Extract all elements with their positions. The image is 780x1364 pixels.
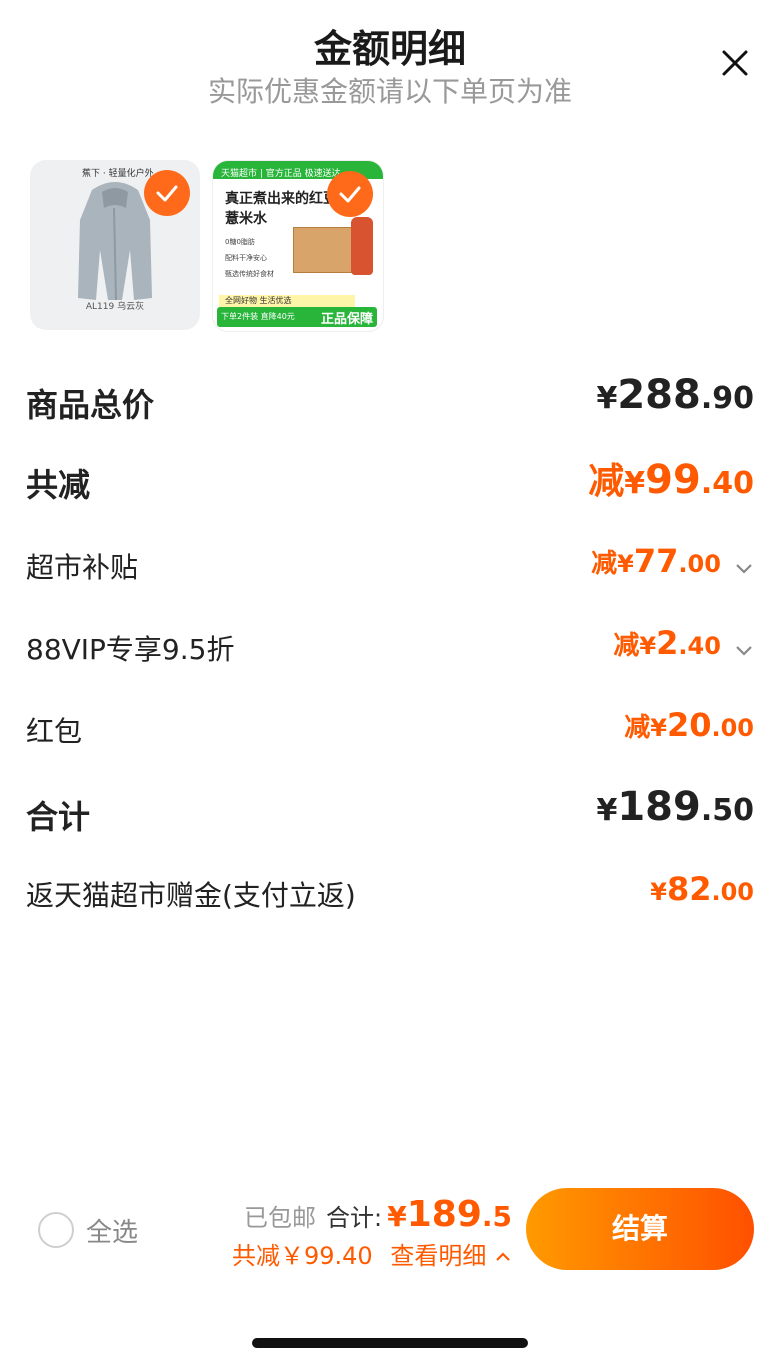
discount-prefix: 减 — [624, 713, 651, 743]
close-button[interactable] — [718, 46, 752, 80]
header: 金额明细 实际优惠金额请以下单页为准 — [0, 0, 780, 120]
row-vip-discount[interactable]: 88VIP专享9.5折 减¥2.40 — [26, 620, 754, 670]
free-shipping-label: 已包邮 — [244, 1204, 317, 1232]
currency-symbol: ¥ — [624, 466, 646, 501]
row-value: 减¥20.00 — [624, 706, 754, 744]
amount-integer: 77 — [633, 542, 679, 580]
select-all-label[interactable]: 全选 — [86, 1212, 138, 1249]
product-bottle-image — [351, 217, 373, 275]
row-value: ¥288.90 — [596, 372, 754, 418]
view-detail-link[interactable]: 查看明细 — [390, 1242, 486, 1270]
row-label: 88VIP专享9.5折 — [26, 633, 235, 666]
currency-symbol: ¥ — [387, 1200, 407, 1233]
row-value: 减¥99.40 — [588, 452, 754, 504]
product-strip: 全网好物 生活优选 — [219, 295, 355, 307]
row-label: 共减 — [26, 466, 91, 504]
amount-decimal: .90 — [700, 381, 754, 416]
checkout-button[interactable]: 结算 — [526, 1188, 754, 1270]
row-red-packet: 红包 减¥20.00 — [26, 702, 754, 752]
chevron-down-icon[interactable] — [734, 561, 754, 575]
amount-integer: 99 — [645, 457, 701, 503]
checkout-bar: 全选 已包邮 合计: ¥189.5 共减￥99.40 查看明细 结算 — [0, 1180, 780, 1290]
select-all-radio[interactable] — [38, 1212, 74, 1248]
product-badge: 正品保障 — [320, 312, 373, 327]
row-value: ¥189.50 — [596, 784, 754, 830]
check-icon — [156, 185, 178, 202]
page-subtitle: 实际优惠金额请以下单页为准 — [207, 75, 572, 108]
amount-integer: 189 — [617, 784, 701, 830]
product-feature: 0糖0脂肪 — [225, 238, 255, 246]
amount-integer: 82 — [666, 870, 712, 908]
discount-summary: 共减￥99.40 — [232, 1242, 373, 1270]
amount-decimal: .50 — [700, 793, 754, 828]
currency-symbol: ¥ — [596, 381, 618, 416]
product-feature: 甄选传统好食材 — [225, 270, 274, 278]
row-label: 返天猫超市赠金(支付立返) — [26, 879, 356, 912]
total-line: 已包邮 合计: ¥189.5 — [244, 1194, 512, 1235]
row-sum: 合计 ¥189.50 — [26, 784, 754, 836]
amount-decimal: .00 — [711, 714, 754, 742]
discount-prefix: 减 — [591, 549, 618, 579]
chevron-down-icon[interactable] — [734, 643, 754, 657]
product-feature: 配料干净安心 — [225, 254, 267, 262]
currency-symbol: ¥ — [596, 793, 618, 828]
discount-line[interactable]: 共减￥99.40 查看明细 — [232, 1236, 512, 1271]
amount-integer: 2 — [656, 624, 679, 662]
currency-symbol: ¥ — [650, 878, 667, 906]
row-total-discount: 共减 减¥99.40 — [26, 452, 754, 504]
total-label: 合计: — [326, 1204, 383, 1232]
currency-symbol: ¥ — [639, 632, 657, 660]
close-icon — [722, 50, 748, 76]
row-label: 合计 — [26, 798, 91, 836]
product-thumb-jacket[interactable]: 蕉下 · 轻量化户外 AL119 乌云灰 — [30, 160, 200, 330]
total-integer: 189 — [406, 1194, 482, 1235]
row-cashback: 返天猫超市赠金(支付立返) ¥82.00 — [26, 866, 754, 916]
row-label: 超市补贴 — [26, 551, 139, 584]
discount-prefix: 减 — [613, 631, 640, 661]
product-selected-check[interactable] — [327, 171, 373, 217]
currency-symbol: ¥ — [650, 714, 667, 742]
amount-integer: 288 — [617, 372, 701, 418]
row-label: 红包 — [26, 715, 83, 748]
row-goods-total: 商品总价 ¥288.90 — [26, 372, 754, 424]
product-tag-text: 天猫超市 | 官方正品 极速送达 — [221, 169, 341, 179]
row-label: 商品总价 — [26, 386, 155, 424]
amount-decimal: .00 — [678, 550, 721, 578]
row-value: 减¥2.40 — [613, 624, 754, 662]
row-supermarket-subsidy[interactable]: 超市补贴 减¥77.00 — [26, 538, 754, 588]
product-promo: 下单2件装 直降40元 — [221, 312, 295, 321]
home-indicator — [252, 1338, 528, 1348]
product-thumb-drink[interactable]: 天猫超市 | 官方正品 极速送达 真正煮出来的红豆薏米水 0糖0脂肪 配料干净安… — [212, 160, 384, 332]
product-promo-bar: 下单2件装 直降40元 正品保障 — [217, 307, 377, 327]
amount-decimal: .00 — [711, 878, 754, 906]
amount-decimal: .40 — [700, 466, 754, 501]
product-box-image — [293, 227, 357, 273]
page-title: 金额明细 — [313, 27, 466, 71]
amount-decimal: .40 — [678, 632, 721, 660]
amount-integer: 20 — [666, 706, 712, 744]
check-icon — [339, 186, 361, 203]
row-value: ¥82.00 — [650, 870, 754, 908]
currency-symbol: ¥ — [617, 550, 634, 578]
product-selected-check[interactable] — [144, 170, 190, 216]
discount-prefix: 减 — [588, 461, 625, 502]
row-value: 减¥77.00 — [591, 542, 754, 580]
product-caption: AL119 乌云灰 — [85, 302, 145, 312]
total-decimal: .5 — [481, 1200, 512, 1233]
chevron-up-icon — [496, 1252, 510, 1261]
